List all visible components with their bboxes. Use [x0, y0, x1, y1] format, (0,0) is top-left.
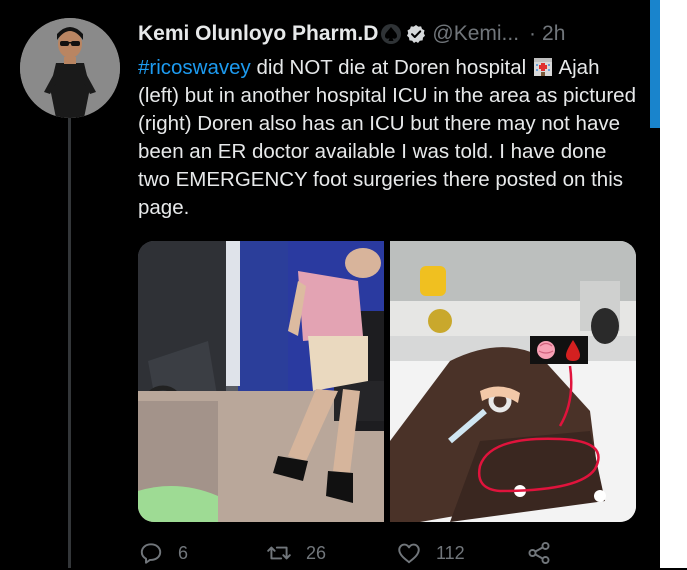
- hospital-emoji-icon: [532, 55, 554, 77]
- retweet-count: 26: [306, 542, 327, 563]
- tweet-header: Kemi Olunloyo Pharm.D @Kemi... · 2h: [138, 20, 565, 48]
- timestamp[interactable]: 2h: [542, 22, 565, 46]
- hashtag-link[interactable]: #ricoswavey: [138, 56, 251, 79]
- reply-icon: [140, 543, 162, 564]
- verified-badge-icon: [406, 24, 426, 44]
- media-photo-left[interactable]: [138, 241, 384, 522]
- media-photo-right[interactable]: [390, 241, 636, 522]
- separator: ·: [529, 22, 537, 45]
- spade-icon: [380, 23, 402, 45]
- reply-button[interactable]: 6: [138, 540, 188, 566]
- avatar[interactable]: [20, 18, 120, 118]
- tweet-text: #ricoswavey did NOT die at Doren hospita…: [138, 54, 643, 222]
- thread-line: [68, 112, 71, 568]
- like-icon: [398, 543, 420, 564]
- share-button[interactable]: [526, 540, 566, 566]
- tweet-text-part-1: did NOT die at Doren hospital: [250, 56, 532, 79]
- tweet-text-part-2: Ajah (left) but in another hospital ICU …: [138, 56, 636, 219]
- reply-count: 6: [178, 542, 189, 563]
- retweet-icon: [267, 546, 291, 560]
- user-handle[interactable]: @Kemi...: [432, 22, 519, 46]
- scrollbar-accent: [650, 0, 660, 128]
- like-button[interactable]: 112: [396, 540, 465, 566]
- page-edge: [660, 0, 687, 568]
- retweet-button[interactable]: 26: [266, 540, 326, 566]
- media-grid: [138, 241, 636, 522]
- share-icon: [528, 541, 550, 565]
- tweet-actions: 6 26 112: [138, 540, 638, 570]
- like-count: 112: [436, 542, 465, 563]
- display-name[interactable]: Kemi Olunloyo Pharm.D: [138, 22, 378, 46]
